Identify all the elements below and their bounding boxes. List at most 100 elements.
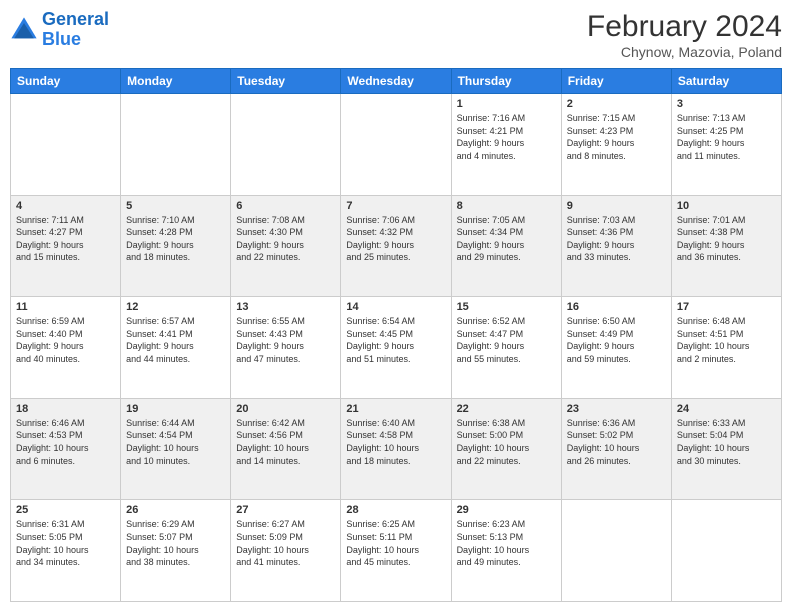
calendar-cell: 25Sunrise: 6:31 AM Sunset: 5:05 PM Dayli… [11,500,121,602]
location: Chynow, Mazovia, Poland [587,44,782,60]
calendar-cell: 14 Sunrise: 6:54 AM Sunset: 4:45 PM Dayli… [341,297,451,399]
day-number: 21 [346,403,445,415]
col-friday: Friday [561,69,671,94]
day-number: 12 [126,301,225,313]
calendar-cell: 11 Sunrise: 6:59 AM Sunset: 4:40 PM Dayli… [11,297,121,399]
logo-line2: Blue [42,30,109,50]
calendar-week-3: 18 Sunrise: 6:46 AM Sunset: 4:53 PM Dayli… [11,398,782,500]
calendar-header: Sunday Monday Tuesday Wednesday Thursday… [11,69,782,94]
calendar-cell: 19 Sunrise: 6:44 AM Sunset: 4:54 PM Dayli… [121,398,231,500]
day-number: 7 [346,200,445,212]
logo-text: General Blue [42,10,109,50]
calendar-cell: 21 Sunrise: 6:40 AM Sunset: 4:58 PM Dayli… [341,398,451,500]
day-number: 2 [567,98,666,110]
day-info: Sunrise: 7:05 AM Sunset: 4:34 PM Dayligh… [457,214,556,264]
header-row: Sunday Monday Tuesday Wednesday Thursday… [11,69,782,94]
calendar-week-0: 1Sunrise: 7:16 AM Sunset: 4:21 PM Daylig… [11,94,782,196]
day-number: 5 [126,200,225,212]
day-number: 18 [16,403,115,415]
calendar-cell: 15 Sunrise: 6:52 AM Sunset: 4:47 PM Dayli… [451,297,561,399]
day-info: Sunrise: 6:55 AM Sunset: 4:43 PM Dayligh… [236,315,335,365]
calendar-cell: 2 Sunrise: 7:15 AM Sunset: 4:23 PM Daylig… [561,94,671,196]
day-number: 11 [16,301,115,313]
calendar-week-4: 25Sunrise: 6:31 AM Sunset: 5:05 PM Dayli… [11,500,782,602]
day-number: 9 [567,200,666,212]
calendar-cell: 28Sunrise: 6:25 AM Sunset: 5:11 PM Dayli… [341,500,451,602]
day-info: Sunrise: 6:38 AM Sunset: 5:00 PM Dayligh… [457,417,556,467]
day-info: Sunrise: 6:57 AM Sunset: 4:41 PM Dayligh… [126,315,225,365]
logo-icon [10,16,38,44]
day-info: Sunrise: 6:54 AM Sunset: 4:45 PM Dayligh… [346,315,445,365]
day-info: Sunrise: 6:46 AM Sunset: 4:53 PM Dayligh… [16,417,115,467]
calendar-cell: 12 Sunrise: 6:57 AM Sunset: 4:41 PM Dayli… [121,297,231,399]
day-number: 16 [567,301,666,313]
calendar-cell: 8 Sunrise: 7:05 AM Sunset: 4:34 PM Daylig… [451,195,561,297]
day-number: 20 [236,403,335,415]
day-number: 24 [677,403,776,415]
day-info: Sunrise: 6:52 AM Sunset: 4:47 PM Dayligh… [457,315,556,365]
calendar-week-1: 4 Sunrise: 7:11 AM Sunset: 4:27 PM Daylig… [11,195,782,297]
day-info: Sunrise: 7:01 AM Sunset: 4:38 PM Dayligh… [677,214,776,264]
calendar-cell: 20 Sunrise: 6:42 AM Sunset: 4:56 PM Dayli… [231,398,341,500]
day-number: 4 [16,200,115,212]
calendar-cell: 1Sunrise: 7:16 AM Sunset: 4:21 PM Daylig… [451,94,561,196]
calendar-cell: 4 Sunrise: 7:11 AM Sunset: 4:27 PM Daylig… [11,195,121,297]
header: General Blue February 2024 Chynow, Mazov… [10,10,782,60]
title-block: February 2024 Chynow, Mazovia, Poland [587,10,782,60]
day-info: Sunrise: 7:16 AM Sunset: 4:21 PM Dayligh… [457,112,556,162]
day-info: Sunrise: 6:33 AM Sunset: 5:04 PM Dayligh… [677,417,776,467]
day-info: Sunrise: 6:44 AM Sunset: 4:54 PM Dayligh… [126,417,225,467]
page: General Blue February 2024 Chynow, Mazov… [0,0,792,612]
day-number: 3 [677,98,776,110]
calendar-cell [561,500,671,602]
calendar-week-2: 11 Sunrise: 6:59 AM Sunset: 4:40 PM Dayli… [11,297,782,399]
day-info: Sunrise: 6:59 AM Sunset: 4:40 PM Dayligh… [16,315,115,365]
calendar-cell: 7 Sunrise: 7:06 AM Sunset: 4:32 PM Daylig… [341,195,451,297]
day-number: 17 [677,301,776,313]
day-info: Sunrise: 7:10 AM Sunset: 4:28 PM Dayligh… [126,214,225,264]
col-sunday: Sunday [11,69,121,94]
col-saturday: Saturday [671,69,781,94]
calendar-cell: 24 Sunrise: 6:33 AM Sunset: 5:04 PM Dayli… [671,398,781,500]
day-info: Sunrise: 6:50 AM Sunset: 4:49 PM Dayligh… [567,315,666,365]
calendar-cell [231,94,341,196]
calendar-cell [11,94,121,196]
day-number: 19 [126,403,225,415]
calendar-cell: 16 Sunrise: 6:50 AM Sunset: 4:49 PM Dayli… [561,297,671,399]
day-info: Sunrise: 6:40 AM Sunset: 4:58 PM Dayligh… [346,417,445,467]
calendar-cell [671,500,781,602]
col-wednesday: Wednesday [341,69,451,94]
day-info: Sunrise: 6:23 AM Sunset: 5:13 PM Dayligh… [457,518,556,568]
calendar-cell: 6Sunrise: 7:08 AM Sunset: 4:30 PM Daylig… [231,195,341,297]
day-number: 26 [126,504,225,516]
day-info: Sunrise: 6:31 AM Sunset: 5:05 PM Dayligh… [16,518,115,568]
col-thursday: Thursday [451,69,561,94]
day-number: 6 [236,200,335,212]
calendar-cell: 3 Sunrise: 7:13 AM Sunset: 4:25 PM Daylig… [671,94,781,196]
logo-line1: General [42,9,109,29]
calendar-cell [341,94,451,196]
day-info: Sunrise: 6:36 AM Sunset: 5:02 PM Dayligh… [567,417,666,467]
calendar-cell: 23Sunrise: 6:36 AM Sunset: 5:02 PM Dayli… [561,398,671,500]
day-number: 27 [236,504,335,516]
day-info: Sunrise: 6:29 AM Sunset: 5:07 PM Dayligh… [126,518,225,568]
calendar-cell: 13Sunrise: 6:55 AM Sunset: 4:43 PM Dayli… [231,297,341,399]
calendar-cell: 17Sunrise: 6:48 AM Sunset: 4:51 PM Dayli… [671,297,781,399]
day-info: Sunrise: 7:13 AM Sunset: 4:25 PM Dayligh… [677,112,776,162]
calendar-cell: 26 Sunrise: 6:29 AM Sunset: 5:07 PM Dayli… [121,500,231,602]
calendar-cell: 29Sunrise: 6:23 AM Sunset: 5:13 PM Dayli… [451,500,561,602]
day-info: Sunrise: 6:25 AM Sunset: 5:11 PM Dayligh… [346,518,445,568]
calendar-cell: 9Sunrise: 7:03 AM Sunset: 4:36 PM Daylig… [561,195,671,297]
month-title: February 2024 [587,10,782,44]
day-number: 8 [457,200,556,212]
col-tuesday: Tuesday [231,69,341,94]
calendar-cell: 22Sunrise: 6:38 AM Sunset: 5:00 PM Dayli… [451,398,561,500]
day-info: Sunrise: 7:11 AM Sunset: 4:27 PM Dayligh… [16,214,115,264]
day-number: 14 [346,301,445,313]
day-info: Sunrise: 7:15 AM Sunset: 4:23 PM Dayligh… [567,112,666,162]
calendar-cell [121,94,231,196]
day-info: Sunrise: 6:42 AM Sunset: 4:56 PM Dayligh… [236,417,335,467]
day-number: 15 [457,301,556,313]
calendar-cell: 27Sunrise: 6:27 AM Sunset: 5:09 PM Dayli… [231,500,341,602]
day-info: Sunrise: 7:06 AM Sunset: 4:32 PM Dayligh… [346,214,445,264]
